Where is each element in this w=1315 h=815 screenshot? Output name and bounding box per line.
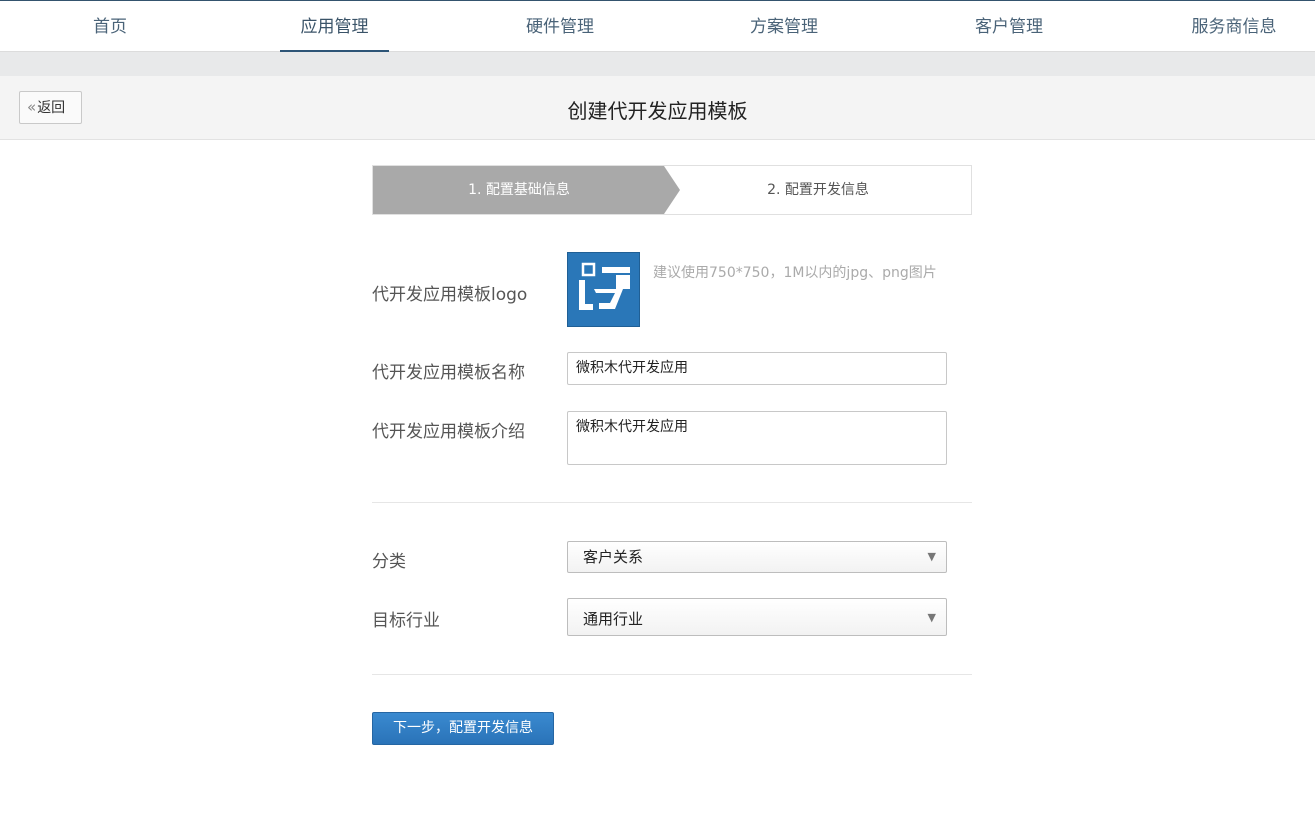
industry-label: 目标行业 [372,611,440,631]
step-configure-basic-info: 1. 配置基础信息 [373,166,681,214]
step-label: 1. 配置基础信息 [468,182,570,198]
nav-item-home[interactable]: 首页 [60,1,160,51]
step-label: 2. 配置开发信息 [767,182,869,198]
header-spacer [0,52,1315,76]
nav-item-label: 首页 [93,17,127,37]
nav-item-solution-management[interactable]: 方案管理 [729,1,839,51]
nav-item-label: 方案管理 [750,17,818,37]
intro-label: 代开发应用模板介绍 [372,422,525,442]
category-label: 分类 [372,552,406,572]
step-indicator: 1. 配置基础信息 2. 配置开发信息 [372,165,972,215]
next-step-button[interactable]: 下一步，配置开发信息 [372,712,554,745]
logo-label: 代开发应用模板logo [372,285,528,305]
dropdown-arrow-icon: ▼ [927,611,936,624]
page-title: 创建代开发应用模板 [567,99,748,123]
name-label: 代开发应用模板名称 [372,363,525,383]
section-divider [372,674,972,675]
section-divider [372,502,972,503]
nav-item-label: 硬件管理 [526,17,594,37]
industry-select-value: 通用行业 [583,610,644,628]
step-configure-dev-info: 2. 配置开发信息 [665,166,971,214]
industry-select[interactable]: 通用行业 ▼ [567,598,947,636]
nav-item-customer-management[interactable]: 客户管理 [954,1,1064,51]
category-select[interactable]: 客户关系 ▼ [567,541,947,573]
nav-item-label: 应用管理 [300,17,369,37]
dropdown-arrow-icon: ▼ [927,550,936,563]
template-intro-textarea[interactable]: 微积木代开发应用 [567,411,947,465]
app-logo-icon [579,262,630,310]
nav-item-hardware-management[interactable]: 硬件管理 [505,1,615,51]
template-name-input[interactable]: 微积木代开发应用 [567,352,947,385]
nav-item-label: 服务商信息 [1191,17,1277,37]
nav-item-app-management[interactable]: 应用管理 [280,1,389,53]
logo-upload[interactable] [567,252,640,327]
nav-item-label: 客户管理 [975,17,1043,37]
logo-hint: 建议使用750*750，1M以内的jpg、png图片 [653,265,937,281]
top-nav: 首页 应用管理 硬件管理 方案管理 客户管理 服务商信息 [0,0,1315,53]
nav-item-provider-info[interactable]: 服务商信息 [1178,1,1290,51]
category-select-value: 客户关系 [583,548,644,566]
page-header: «返回 创建代开发应用模板 [0,76,1315,140]
